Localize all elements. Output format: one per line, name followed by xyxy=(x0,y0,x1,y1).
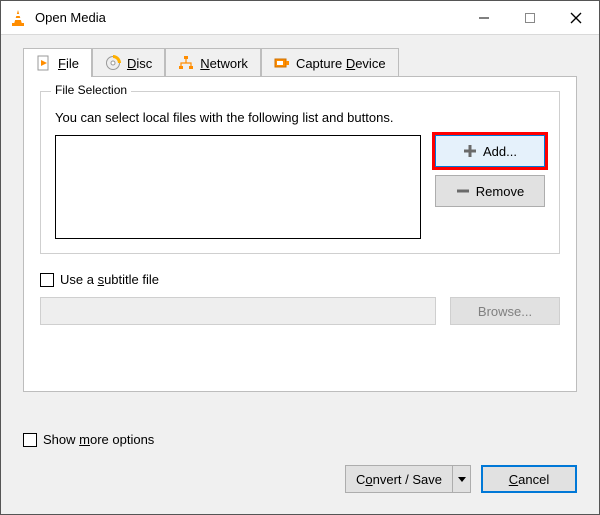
convert-save-dropdown[interactable] xyxy=(453,465,471,493)
remove-button[interactable]: Remove xyxy=(435,175,545,207)
button-label: Remove xyxy=(476,184,524,199)
file-icon xyxy=(36,55,52,71)
checkbox-label: Use a subtitle file xyxy=(60,272,159,287)
button-label: Add... xyxy=(483,144,517,159)
tab-label: Network xyxy=(200,56,248,71)
convert-save-main[interactable]: Convert / Save xyxy=(345,465,453,493)
plus-icon xyxy=(463,144,477,158)
checkbox-label: Show more options xyxy=(43,432,154,447)
subtitle-row: Browse... xyxy=(40,297,560,325)
browse-subtitle-button: Browse... xyxy=(450,297,560,325)
tab-label: Capture Device xyxy=(296,56,386,71)
minimize-button[interactable] xyxy=(461,1,507,34)
subtitle-path-input xyxy=(40,297,436,325)
tab-capture-device[interactable]: Capture Device xyxy=(261,48,399,77)
tab-label: File xyxy=(58,56,79,71)
use-subtitle-checkbox-row[interactable]: Use a subtitle file xyxy=(40,272,560,287)
close-button[interactable] xyxy=(553,1,599,34)
maximize-button[interactable] xyxy=(507,1,553,34)
window-controls xyxy=(461,1,599,34)
add-button[interactable]: Add... xyxy=(435,135,545,167)
checkbox-icon[interactable] xyxy=(40,273,54,287)
network-icon xyxy=(178,55,194,71)
open-media-window: Open Media File xyxy=(0,0,600,515)
footer: Show more options Convert / Save Cancel xyxy=(23,432,577,493)
button-label: Cancel xyxy=(509,472,549,487)
group-legend: File Selection xyxy=(51,83,131,97)
convert-save-button[interactable]: Convert / Save xyxy=(345,465,471,493)
titlebar: Open Media xyxy=(1,1,599,35)
footer-buttons: Convert / Save Cancel xyxy=(23,465,577,493)
tab-disc[interactable]: Disc xyxy=(92,48,165,77)
file-buttons: Add... Remove xyxy=(435,135,545,207)
file-list[interactable] xyxy=(55,135,421,239)
file-selection-help: You can select local files with the foll… xyxy=(55,110,545,125)
window-title: Open Media xyxy=(35,10,461,25)
file-row: Add... Remove xyxy=(55,135,545,239)
checkbox-icon[interactable] xyxy=(23,433,37,447)
cancel-button[interactable]: Cancel xyxy=(481,465,577,493)
disc-icon xyxy=(105,55,121,71)
capture-device-icon xyxy=(274,55,290,71)
show-more-options-row[interactable]: Show more options xyxy=(23,432,577,447)
tab-network[interactable]: Network xyxy=(165,48,261,77)
chevron-down-icon xyxy=(458,472,466,486)
minus-icon xyxy=(456,184,470,198)
tab-row: File Disc Network Capture Device xyxy=(23,47,599,76)
file-tab-panel: File Selection You can select local file… xyxy=(23,76,577,392)
vlc-cone-icon xyxy=(9,9,27,27)
tab-label: Disc xyxy=(127,56,152,71)
tab-file[interactable]: File xyxy=(23,48,92,77)
button-label: Convert / Save xyxy=(356,472,442,487)
button-label: Browse... xyxy=(478,304,532,319)
subtitle-area: Use a subtitle file Browse... xyxy=(40,272,560,325)
file-selection-group: File Selection You can select local file… xyxy=(40,91,560,254)
